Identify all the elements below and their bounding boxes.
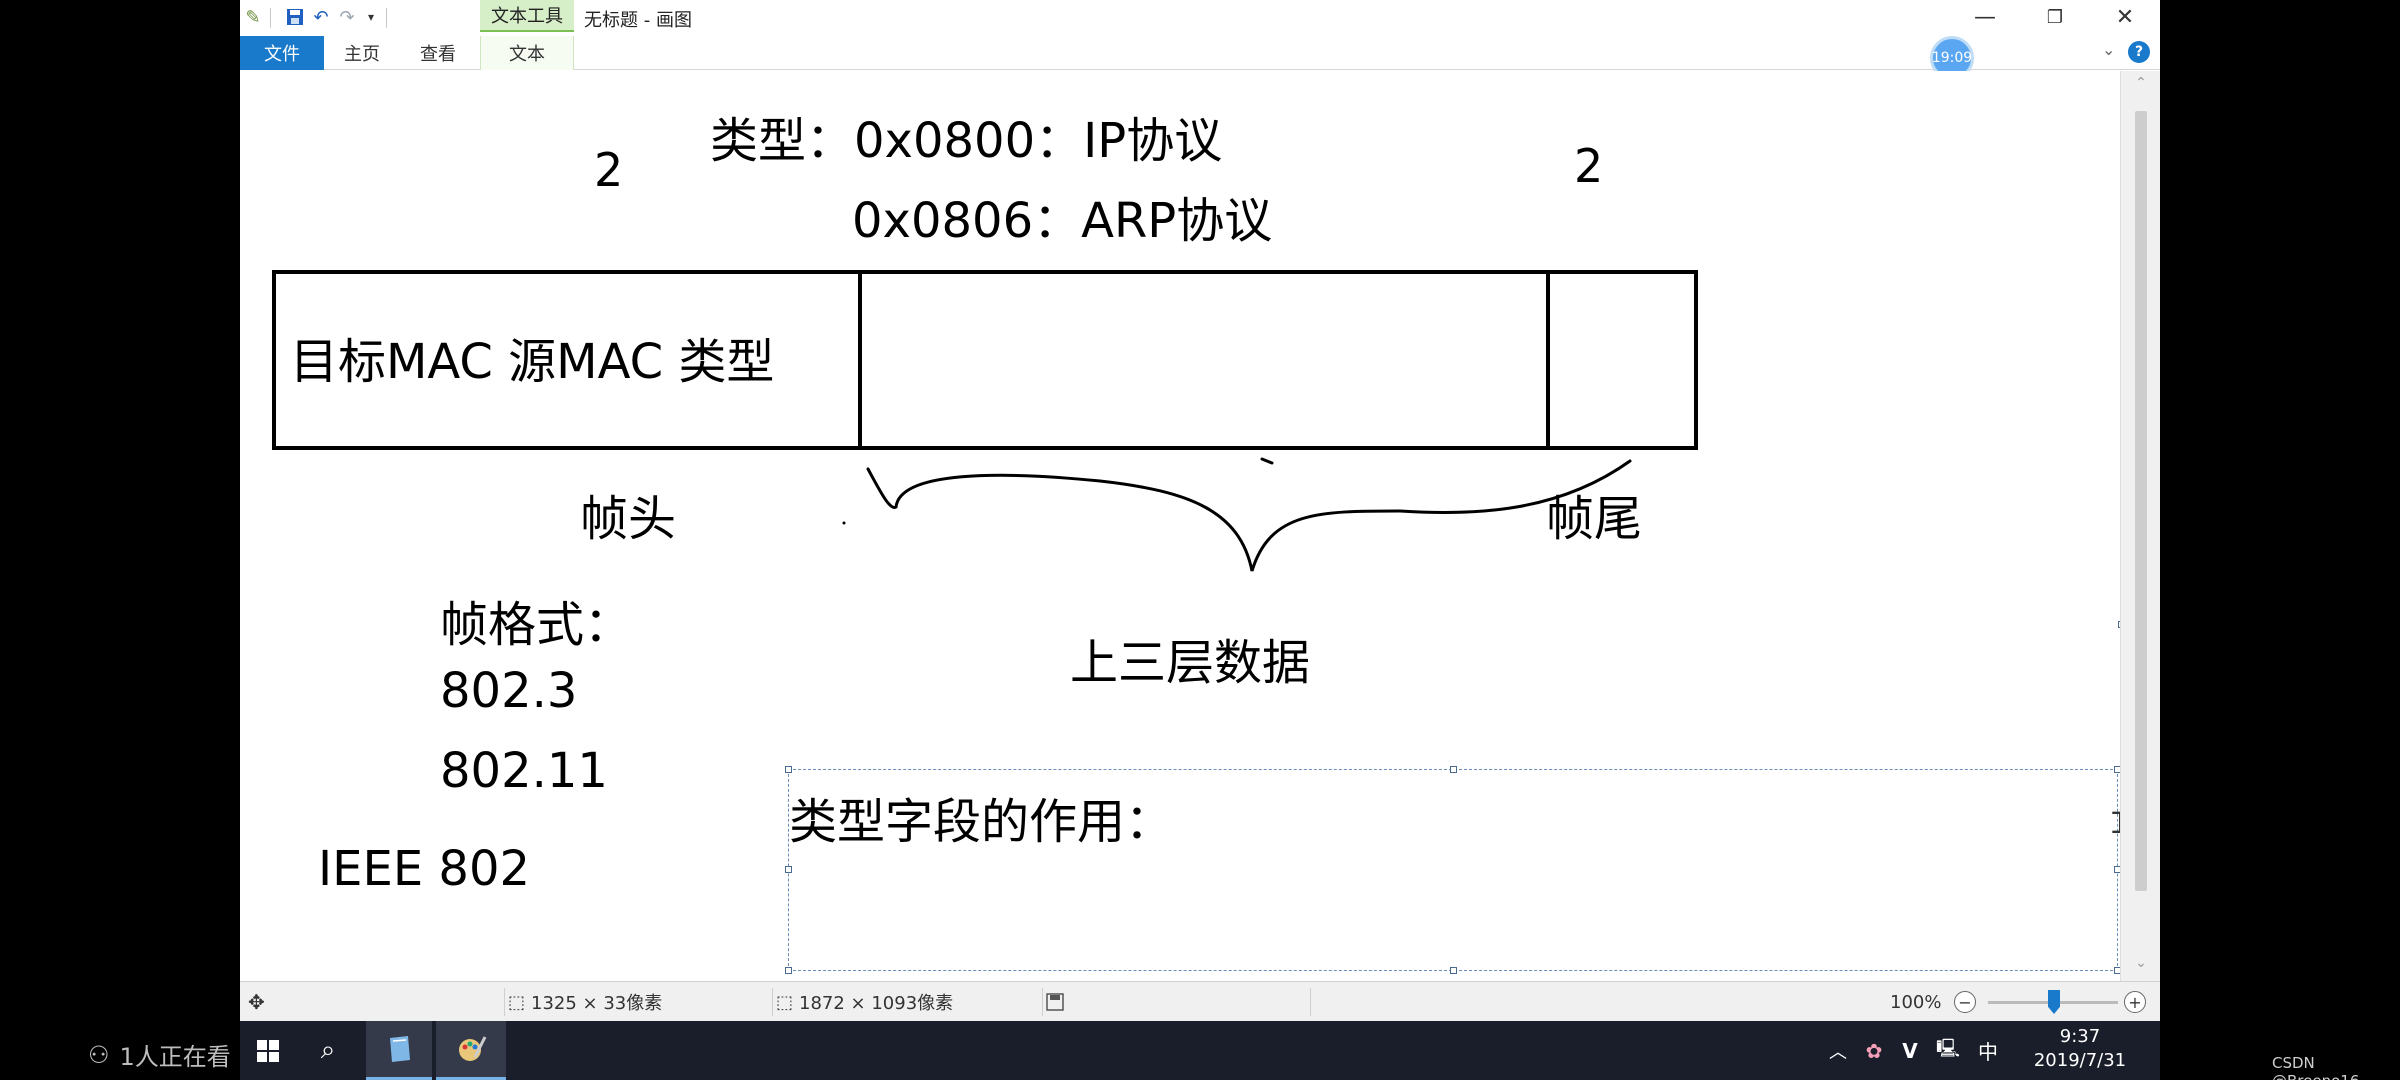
frame-header-label: 帧头 [580, 491, 677, 547]
minimize-button[interactable]: — [1950, 0, 2020, 34]
title-bar: ✎ ↶ ↷ ▾ 文本工具 无标题 - 画图 — ❐ ✕ [240, 0, 2160, 36]
resize-handle[interactable] [785, 766, 792, 773]
desktop-screen: ✎ ↶ ↷ ▾ 文本工具 无标题 - 画图 — ❐ ✕ 文件 主页 查看 文本 … [240, 0, 2160, 1080]
tab-file[interactable]: 文件 [240, 36, 324, 70]
windows-taskbar: ⌕ ︿ ✿ V 🖳 中 9:37 2019/7/31 [240, 1021, 2160, 1080]
taskbar-paint-icon[interactable] [436, 1021, 506, 1080]
zoom-level: 100% [1890, 991, 1942, 1013]
viewer-count-text: 1人正在看 [119, 1043, 231, 1071]
zoom-out-button[interactable]: − [1954, 991, 1976, 1013]
status-separator [1310, 988, 1311, 1016]
resize-handle[interactable] [1450, 766, 1457, 773]
undo-icon[interactable]: ↶ [310, 6, 332, 28]
drawing-canvas[interactable]: 类型：0x0800：IP协议 0x0806：ARP协议 2 2 目标MAC 源M… [240, 71, 2120, 981]
selection-size-icon: ⬚ [508, 991, 526, 1013]
clock-date: 2019/7/31 [2033, 1050, 2127, 1071]
upper-layer-data-label: 上三层数据 [1070, 635, 1311, 691]
help-icon[interactable]: ? [2128, 41, 2150, 63]
scroll-up-icon[interactable]: ⌃ [2121, 75, 2160, 91]
csdn-watermark: CSDN @Breeno16 [2272, 1054, 2359, 1080]
status-separator [504, 988, 505, 1016]
quick-access-separator [386, 8, 387, 28]
resize-handle[interactable] [785, 866, 792, 873]
save-icon[interactable] [284, 6, 306, 28]
tray-expand-chevron-icon[interactable]: ︿ [1820, 1021, 1856, 1080]
standard-802-3: 802.3 [440, 663, 578, 719]
selection-size-item: ⬚ 1325 × 33像素 [508, 982, 662, 1022]
tray-v-app-icon[interactable]: V [1892, 1021, 1928, 1080]
window-title: 无标题 - 画图 [584, 10, 692, 31]
ribbon-tab-bar: 文件 主页 查看 文本 [240, 36, 2160, 70]
text-box-content[interactable]: 类型字段的作用： [789, 782, 1173, 852]
redo-icon[interactable]: ↷ [336, 6, 358, 28]
resize-handle[interactable] [785, 967, 792, 974]
zoom-slider-thumb[interactable] [2048, 990, 2060, 1014]
customize-quick-access-icon[interactable]: ▾ [360, 6, 382, 28]
canvas-size-text: 1872 × 1093像素 [799, 993, 954, 1014]
canvas-size-icon: ⬚ [776, 991, 794, 1013]
status-bar: ✥ ⬚ 1325 × 33像素 ⬚ 1872 × 1093像素 100% − + [240, 981, 2160, 1021]
viewer-count-overlay: ⚇ 1人正在看 [88, 1037, 231, 1072]
canvas-workspace: 类型：0x0800：IP协议 0x0806：ARP协议 2 2 目标MAC 源M… [240, 71, 2160, 981]
restore-button[interactable]: ❐ [2020, 0, 2090, 34]
move-cursor-icon: ✥ [248, 990, 265, 1014]
text-box-selection[interactable]: 类型字段的作用： [785, 766, 2120, 974]
clock-time: 9:37 [2059, 1026, 2101, 1047]
tray-ime-indicator[interactable]: 中 [1968, 1021, 2008, 1080]
scrollbar-thumb[interactable] [2135, 111, 2147, 891]
text-tools-context-label: 文本工具 [480, 0, 574, 32]
text-cursor-icon: Ɪ [2112, 801, 2120, 842]
standard-802-11: 802.11 [440, 743, 608, 799]
start-windows-icon[interactable] [240, 1021, 296, 1080]
tray-clock[interactable]: 9:37 2019/7/31 [2020, 1025, 2140, 1073]
taskbar-app-notebook-icon[interactable] [366, 1021, 432, 1080]
close-button[interactable]: ✕ [2090, 0, 2160, 34]
tab-view[interactable]: 查看 [400, 36, 476, 70]
tab-text[interactable]: 文本 [480, 36, 574, 70]
zoom-in-button[interactable]: + [2124, 991, 2146, 1013]
vertical-scrollbar[interactable]: ⌃ ⌄ [2120, 71, 2160, 981]
paint-app-icon[interactable]: ✎ [242, 6, 264, 28]
file-size-disk-icon [1046, 982, 1064, 1022]
tab-home[interactable]: 主页 [324, 36, 400, 70]
status-separator [772, 988, 773, 1016]
resize-handle[interactable] [1450, 967, 1457, 974]
scroll-down-icon[interactable]: ⌄ [2121, 955, 2160, 971]
frame-format-title: 帧格式： [440, 597, 633, 653]
standard-ieee-802: IEEE 802 [318, 841, 531, 897]
viewers-icon: ⚇ [88, 1040, 110, 1069]
taskbar-search-icon[interactable]: ⌕ [296, 1021, 360, 1080]
tray-network-icon[interactable]: 🖳 [1928, 1021, 1968, 1080]
status-separator [1042, 988, 1043, 1016]
selection-size-text: 1325 × 33像素 [531, 993, 663, 1014]
quick-access-separator [270, 8, 271, 28]
ribbon-collapse-chevron-icon[interactable]: ⌄ [2102, 40, 2115, 59]
canvas-size-item: ⬚ 1872 × 1093像素 [776, 982, 953, 1022]
tray-flower-app-icon[interactable]: ✿ [1856, 1021, 1892, 1080]
frame-trailer-label: 帧尾 [1546, 491, 1643, 547]
